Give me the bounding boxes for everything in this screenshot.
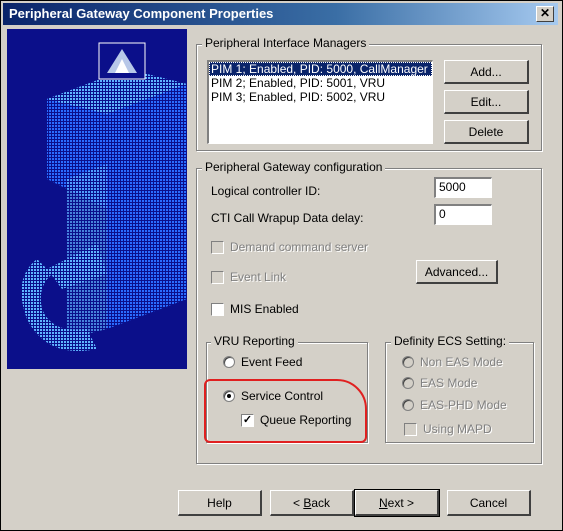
event-link-checkbox[interactable] <box>211 271 224 284</box>
delete-button[interactable]: Delete <box>444 120 529 144</box>
logical-controller-label: Logical controller ID: <box>211 184 321 198</box>
next-mnemonic: N <box>378 495 388 510</box>
pim-list-item[interactable]: PIM 3; Enabled, PID: 5002, VRU <box>209 90 432 104</box>
event-link-label: Event Link <box>230 270 287 284</box>
add-button[interactable]: Add... <box>444 60 529 84</box>
next-rest: ext > <box>387 495 415 510</box>
non-eas-radio[interactable] <box>402 356 414 368</box>
close-icon: ✕ <box>539 6 551 20</box>
window-title: Peripheral Gateway Component Properties <box>9 6 274 21</box>
pim-list[interactable]: PIM 1; Enabled, PID: 5000, CallManager P… <box>207 60 433 144</box>
non-eas-label: Non EAS Mode <box>420 355 503 369</box>
eas-label: EAS Mode <box>420 376 478 390</box>
help-button[interactable]: Help <box>178 490 262 516</box>
event-feed-radio[interactable] <box>223 356 235 368</box>
back-rest: ack <box>311 495 331 510</box>
close-button[interactable]: ✕ <box>536 6 554 22</box>
using-mapd-label: Using MAPD <box>423 422 492 436</box>
cti-wrapup-label: CTI Call Wrapup Data delay: <box>211 211 364 225</box>
back-button[interactable]: < Back <box>270 490 354 516</box>
demand-command-checkbox[interactable] <box>211 241 224 254</box>
pim-list-item[interactable]: PIM 2; Enabled, PID: 5001, VRU <box>209 76 432 90</box>
logical-controller-input[interactable]: 5000 <box>434 177 492 198</box>
cancel-button[interactable]: Cancel <box>447 490 531 516</box>
back-prefix: < <box>292 495 304 510</box>
cti-wrapup-input[interactable]: 0 <box>434 204 492 225</box>
edit-button[interactable]: Edit... <box>444 90 529 114</box>
advanced-button[interactable]: Advanced... <box>416 260 498 284</box>
eas-phd-label: EAS-PHD Mode <box>420 398 507 412</box>
pg-config-legend: Peripheral Gateway configuration <box>202 160 386 174</box>
definity-legend: Definity ECS Setting: <box>391 334 510 348</box>
dialog-window: Peripheral Gateway Component Properties … <box>0 0 563 531</box>
pim-group-legend: Peripheral Interface Managers <box>202 36 370 50</box>
title-bar[interactable]: Peripheral Gateway Component Properties … <box>3 3 558 25</box>
eas-radio[interactable] <box>402 377 414 389</box>
mis-enabled-label: MIS Enabled <box>230 302 299 316</box>
mis-enabled-checkbox[interactable] <box>211 303 224 316</box>
pim-list-item[interactable]: PIM 1; Enabled, PID: 5000, CallManager <box>209 62 432 76</box>
demand-command-label: Demand command server <box>230 240 369 254</box>
vru-reporting-legend: VRU Reporting <box>211 334 298 348</box>
highlight-annotation <box>204 379 367 443</box>
eas-phd-radio[interactable] <box>402 399 414 411</box>
using-mapd-checkbox[interactable] <box>404 423 417 436</box>
wizard-illustration <box>7 29 187 369</box>
server-illustration-icon <box>21 42 187 351</box>
event-feed-label: Event Feed <box>241 355 303 369</box>
next-button[interactable]: Next > <box>354 489 440 517</box>
